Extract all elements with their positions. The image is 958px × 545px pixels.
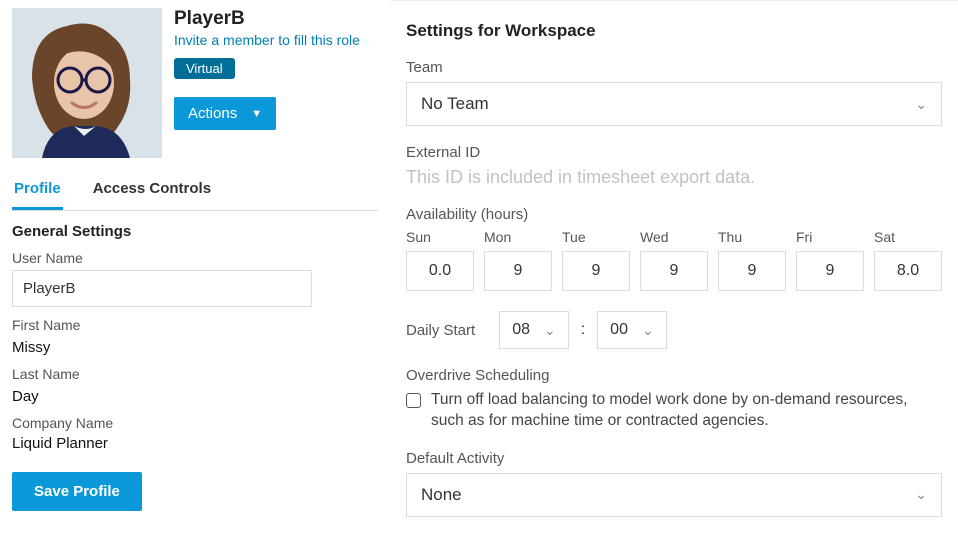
avail-day-label: Sun	[406, 229, 474, 245]
firstname-value: Missy	[12, 339, 378, 356]
chevron-down-icon: ⌄	[642, 322, 654, 339]
daily-start-hour: 08	[512, 321, 530, 339]
team-select[interactable]: No Team ⌄	[406, 82, 942, 126]
avatar	[12, 8, 162, 158]
virtual-badge: Virtual	[174, 58, 235, 79]
chevron-down-icon: ⌄	[915, 486, 927, 503]
username-label: User Name	[12, 250, 378, 266]
avail-day-input[interactable]	[796, 251, 864, 291]
profile-name: PlayerB	[174, 8, 360, 30]
default-activity-select[interactable]: None ⌄	[406, 473, 942, 517]
avail-day-input[interactable]	[406, 251, 474, 291]
workspace-title: Settings for Workspace	[406, 21, 942, 41]
overdrive-text: Turn off load balancing to model work do…	[431, 390, 942, 432]
team-label: Team	[406, 59, 942, 76]
overdrive-checkbox[interactable]	[406, 393, 421, 408]
avail-day-input[interactable]	[640, 251, 708, 291]
save-profile-button[interactable]: Save Profile	[12, 472, 142, 511]
avail-day-input[interactable]	[484, 251, 552, 291]
avail-day-label: Sat	[874, 229, 942, 245]
actions-button[interactable]: Actions ▼	[174, 97, 276, 130]
avail-day-label: Tue	[562, 229, 630, 245]
team-value: No Team	[421, 94, 489, 114]
default-activity-value: None	[421, 485, 462, 505]
external-id-label: External ID	[406, 144, 942, 161]
overdrive-label: Overdrive Scheduling	[406, 367, 942, 384]
daily-start-min-select[interactable]: 00 ⌄	[597, 311, 667, 349]
avail-day-input[interactable]	[562, 251, 630, 291]
firstname-label: First Name	[12, 317, 378, 333]
time-colon: :	[581, 321, 585, 339]
general-settings-title: General Settings	[12, 223, 378, 240]
triangle-down-icon: ▼	[251, 108, 262, 120]
avail-day-label: Thu	[718, 229, 786, 245]
lastname-value: Day	[12, 388, 378, 405]
avail-day-label: Wed	[640, 229, 708, 245]
default-activity-label: Default Activity	[406, 450, 942, 467]
tab-access-controls[interactable]: Access Controls	[91, 170, 213, 210]
avail-day-input[interactable]	[718, 251, 786, 291]
daily-start-hour-select[interactable]: 08 ⌄	[499, 311, 569, 349]
external-id-placeholder: This ID is included in timesheet export …	[406, 167, 942, 188]
availability-label: Availability (hours)	[406, 206, 942, 223]
chevron-down-icon: ⌄	[915, 96, 927, 113]
company-label: Company Name	[12, 415, 378, 431]
actions-label: Actions	[188, 105, 237, 122]
daily-start-min: 00	[610, 321, 628, 339]
tab-profile[interactable]: Profile	[12, 170, 63, 210]
username-input[interactable]	[12, 270, 312, 307]
lastname-label: Last Name	[12, 366, 378, 382]
company-value: Liquid Planner	[12, 435, 378, 452]
avail-day-label: Mon	[484, 229, 552, 245]
avail-day-input[interactable]	[874, 251, 942, 291]
daily-start-label: Daily Start	[406, 322, 475, 339]
chevron-down-icon: ⌄	[544, 322, 556, 339]
avail-day-label: Fri	[796, 229, 864, 245]
invite-link[interactable]: Invite a member to fill this role	[174, 32, 360, 48]
